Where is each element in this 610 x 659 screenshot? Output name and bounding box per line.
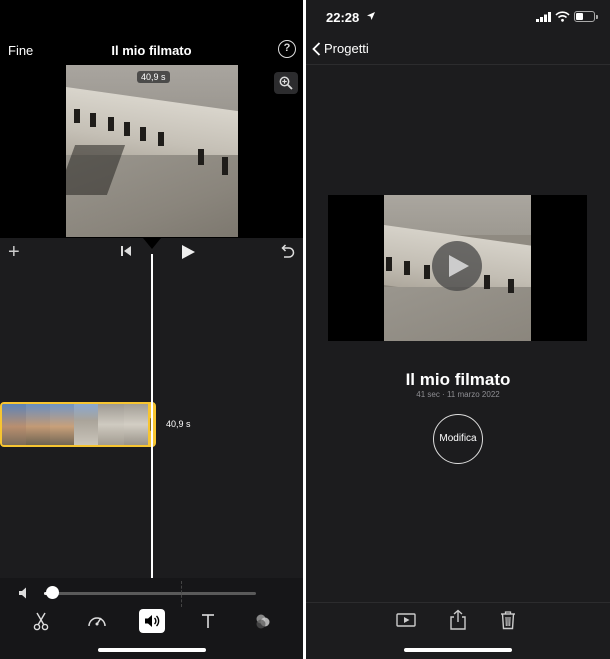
clip-duration-label: 40,9 s bbox=[166, 419, 191, 429]
wall-slot bbox=[404, 261, 410, 275]
battery-icon bbox=[574, 11, 598, 22]
location-arrow-icon bbox=[367, 12, 375, 20]
project-video-thumbnail[interactable] bbox=[328, 195, 587, 341]
undo-icon[interactable] bbox=[279, 244, 295, 259]
thumbnail-ground bbox=[384, 287, 531, 341]
header-separator bbox=[306, 64, 610, 65]
wall-slot bbox=[140, 127, 146, 141]
share-button[interactable] bbox=[449, 609, 467, 636]
filters-icon bbox=[256, 614, 270, 629]
delete-button[interactable] bbox=[500, 610, 516, 635]
wall-slot bbox=[508, 279, 514, 293]
skip-to-start-icon[interactable] bbox=[120, 245, 132, 257]
scissors-icon bbox=[33, 612, 49, 631]
timeline-tick bbox=[181, 581, 182, 607]
play-icon bbox=[449, 255, 469, 277]
add-media-button[interactable]: + bbox=[8, 240, 20, 264]
playhead-line[interactable] bbox=[151, 254, 153, 578]
filters-tool-button[interactable] bbox=[250, 609, 276, 633]
volume-tool-button[interactable] bbox=[139, 609, 165, 633]
volume-slider-knob[interactable] bbox=[46, 586, 60, 599]
editor-header: Fine Il mio filmato ? 40,9 s bbox=[0, 0, 303, 238]
magnify-plus-icon bbox=[279, 76, 293, 90]
project-meta: 41 sec · 11 marzo 2022 bbox=[416, 390, 500, 399]
battery-level bbox=[576, 13, 583, 20]
wall-slot bbox=[108, 117, 114, 131]
clip-thumbnail bbox=[50, 404, 74, 445]
speed-icon bbox=[88, 617, 106, 627]
edit-button[interactable]: Modifica bbox=[433, 414, 483, 464]
text-icon bbox=[202, 614, 214, 628]
signal-icon bbox=[536, 12, 551, 22]
project-panel: 22:28 Progetti Il mio filmato 41 sec · 1… bbox=[306, 0, 610, 659]
battery-nub bbox=[596, 15, 598, 19]
play-preview-icon bbox=[396, 613, 416, 627]
share-icon bbox=[450, 609, 466, 630]
project-title: Il mio filmato bbox=[111, 43, 192, 58]
wifi-icon bbox=[555, 11, 570, 22]
preview-duration-badge: 40,9 s bbox=[137, 71, 170, 83]
split-tool-button[interactable] bbox=[28, 609, 54, 633]
text-tool-button[interactable] bbox=[195, 609, 221, 633]
zoom-button[interactable] bbox=[274, 72, 298, 94]
clip-thumbnail bbox=[74, 404, 98, 445]
play-video-button[interactable] bbox=[432, 241, 482, 291]
volume-slider[interactable] bbox=[44, 592, 256, 595]
home-indicator[interactable] bbox=[98, 648, 206, 652]
video-clip[interactable] bbox=[0, 402, 156, 447]
speed-tool-button[interactable] bbox=[84, 609, 110, 633]
clip-thumbnail bbox=[2, 404, 26, 445]
video-preview[interactable] bbox=[66, 65, 238, 237]
wall-slot bbox=[198, 149, 204, 165]
trash-icon bbox=[501, 611, 515, 630]
wall-slot bbox=[74, 109, 80, 123]
home-indicator[interactable] bbox=[404, 648, 512, 652]
chevron-left-icon bbox=[312, 42, 321, 56]
editor-bottom-bar bbox=[0, 578, 303, 659]
project-title: Il mio filmato bbox=[405, 370, 511, 389]
play-icon[interactable] bbox=[180, 244, 196, 260]
status-time: 22:28 bbox=[326, 10, 360, 25]
speaker-icon bbox=[19, 587, 26, 599]
wall-slot bbox=[424, 265, 430, 279]
back-label: Progetti bbox=[324, 41, 369, 56]
clip-thumbnail bbox=[98, 404, 124, 445]
status-bar: 22:28 bbox=[306, 0, 610, 34]
volume-icon bbox=[145, 615, 160, 627]
wall-slot bbox=[386, 257, 392, 271]
playhead-marker bbox=[143, 238, 161, 249]
wall-slot bbox=[90, 113, 96, 127]
editor-panel: Fine Il mio filmato ? 40,9 s + 40,9 s bbox=[0, 0, 303, 659]
wall-slot bbox=[158, 132, 164, 146]
wall-slot bbox=[484, 275, 490, 289]
help-button[interactable]: ? bbox=[278, 40, 296, 58]
preview-play-button[interactable] bbox=[396, 612, 416, 633]
clip-thumbnail bbox=[26, 404, 50, 445]
wall-slot bbox=[124, 122, 130, 136]
wall-slot bbox=[222, 157, 228, 175]
